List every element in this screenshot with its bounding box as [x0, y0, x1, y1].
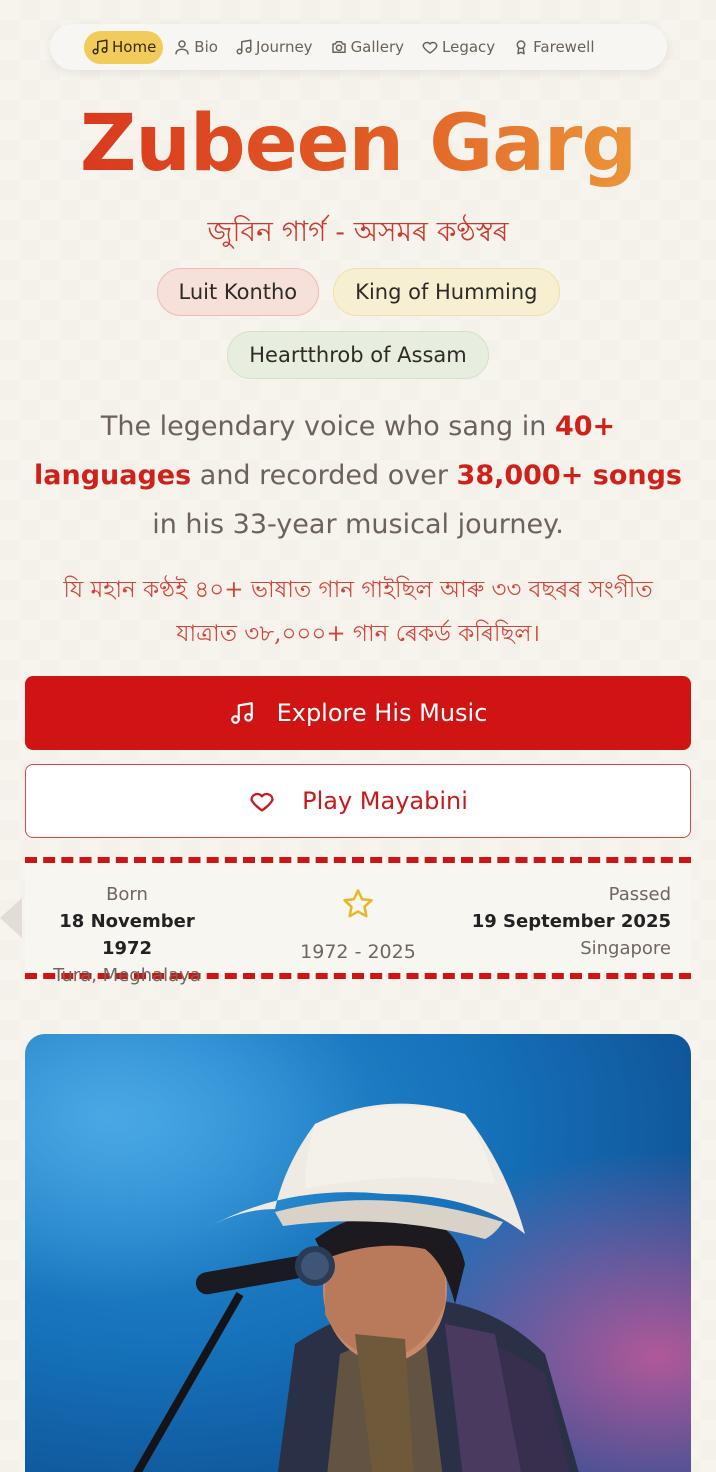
singer-illustration	[25, 1034, 691, 1472]
page-subtitle: জুবিন গাৰ্গ - অসমৰ কণ্ঠস্বৰ	[207, 215, 509, 248]
born-place: Tura, Meghalaya	[53, 965, 201, 986]
nav-item-bio[interactable]: Bio	[166, 31, 225, 64]
nav-item-label: Bio	[194, 38, 218, 56]
nav-item-label: Home	[112, 38, 157, 56]
heart-icon	[422, 41, 438, 54]
title-chips-row-1: Luit Kontho King of Humming	[0, 268, 716, 316]
heart-icon	[250, 792, 274, 812]
hero-portrait-image	[25, 1034, 691, 1472]
nav-item-label: Journey	[255, 38, 313, 56]
title-chips-row-2: Heartthrob of Assam	[0, 331, 716, 379]
play-mayabini-label: Play Mayabini	[302, 787, 468, 815]
music-note-icon	[236, 39, 252, 55]
nav-item-farewell[interactable]: Farewell	[505, 31, 601, 64]
passed-info: Passed 19 September 2025 Singapore	[471, 881, 671, 962]
music-note-icon	[230, 702, 253, 724]
camera-icon	[331, 41, 346, 53]
lead-text: in his 33-year musical journey.	[152, 509, 564, 540]
life-range: 1972 - 2025	[283, 887, 433, 966]
explore-music-button[interactable]: Explore His Music	[25, 676, 691, 750]
chip-luit-kontho: Luit Kontho	[156, 268, 320, 316]
nav-item-home[interactable]: Home	[84, 30, 164, 64]
star-icon	[343, 889, 373, 918]
passed-place: Singapore	[580, 938, 671, 959]
nav-item-journey[interactable]: Journey	[228, 31, 320, 64]
hero-description-assamese: যি মহান কণ্ঠই ৪০+ ভাষাত গান গাইছিল আৰু ৩…	[63, 577, 653, 647]
lead-text: and recorded over	[191, 460, 457, 491]
life-range-text: 1972 - 2025	[300, 941, 416, 963]
life-dates-card: Born 18 November 1972 Tura, Meghalaya 19…	[25, 857, 691, 986]
lead-text: The legendary voice who sang in	[100, 411, 555, 442]
user-icon	[175, 40, 190, 55]
play-mayabini-button[interactable]: Play Mayabini	[25, 764, 691, 838]
passed-label: Passed	[608, 884, 671, 905]
nav-item-legacy[interactable]: Legacy	[414, 31, 502, 64]
music-note-icon	[92, 39, 108, 55]
nav-item-label: Gallery	[350, 38, 404, 56]
born-date: 18 November 1972	[59, 911, 195, 959]
highlight-songs: 38,000+ songs	[456, 460, 682, 491]
chip-heartthrob: Heartthrob of Assam	[227, 331, 489, 379]
born-info: Born 18 November 1972 Tura, Meghalaya	[45, 881, 209, 989]
carousel-prev-icon[interactable]	[0, 898, 22, 938]
born-label: Born	[106, 884, 148, 905]
page-title: Zubeen Garg	[0, 96, 716, 192]
top-nav: Home Bio Journey Gallery Legacy Farewell	[50, 24, 667, 70]
nav-item-label: Farewell	[533, 38, 595, 56]
explore-music-label: Explore His Music	[276, 699, 488, 727]
nav-item-label: Legacy	[442, 38, 496, 56]
award-icon	[516, 40, 526, 55]
hero-description: The legendary voice who sang in 40+ lang…	[30, 402, 686, 549]
passed-date: 19 September 2025	[471, 911, 671, 932]
nav-item-gallery[interactable]: Gallery	[323, 31, 411, 64]
chip-king-of-humming: King of Humming	[333, 268, 560, 316]
